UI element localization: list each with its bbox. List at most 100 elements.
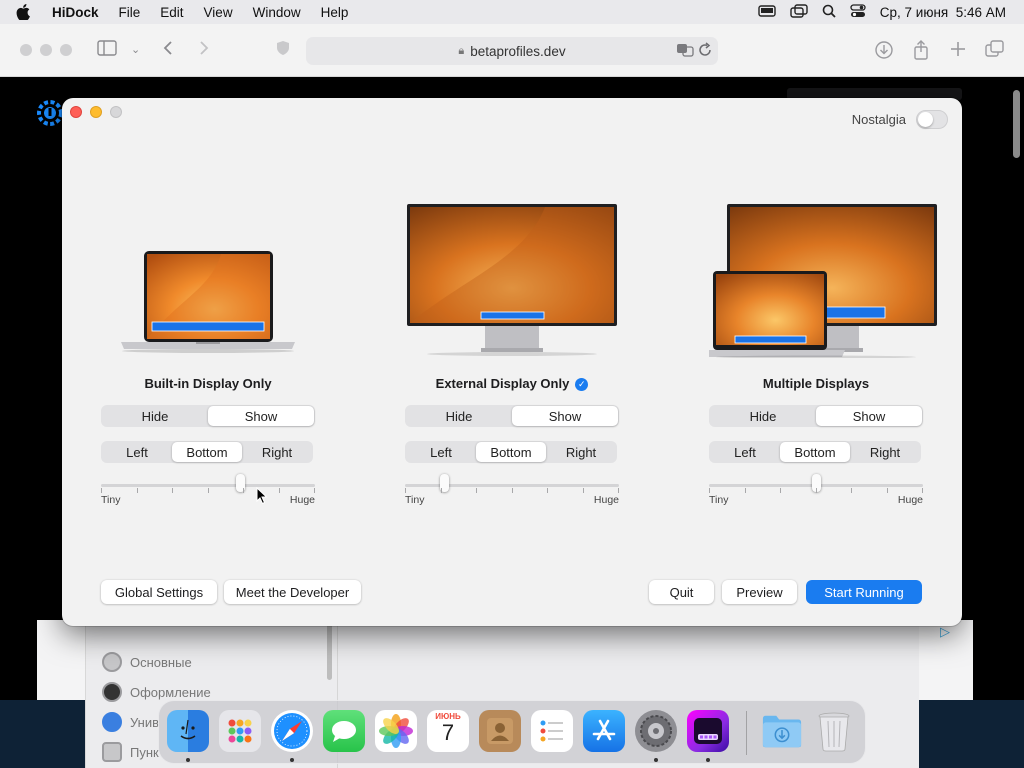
menu-bar-icon bbox=[102, 742, 122, 762]
size-slider[interactable] bbox=[101, 474, 315, 496]
menu-file[interactable]: File bbox=[109, 5, 151, 20]
messages-icon[interactable] bbox=[323, 710, 365, 752]
running-indicator bbox=[706, 758, 710, 762]
menu-edit[interactable]: Edit bbox=[150, 5, 193, 20]
bottom-option[interactable]: Bottom bbox=[172, 442, 242, 462]
column-title: Built-in Display Only bbox=[144, 376, 272, 391]
shield-icon[interactable] bbox=[276, 40, 290, 62]
checkmark-icon: ✓ bbox=[575, 378, 589, 391]
bottom-option[interactable]: Bottom bbox=[476, 442, 546, 462]
control-center-icon[interactable] bbox=[850, 3, 866, 21]
tab-overview-icon[interactable] bbox=[985, 40, 1005, 64]
hide-option[interactable]: Hide bbox=[710, 406, 816, 426]
slider-tick bbox=[709, 488, 710, 493]
spotlight-icon[interactable] bbox=[822, 4, 836, 21]
gear-icon bbox=[102, 652, 122, 672]
contacts-icon[interactable] bbox=[479, 710, 521, 752]
size-slider[interactable] bbox=[405, 474, 619, 496]
new-tab-icon[interactable] bbox=[949, 40, 967, 64]
slider-tick bbox=[208, 488, 209, 493]
downloads-folder-icon[interactable] bbox=[761, 710, 803, 752]
builtin-display-illustration[interactable] bbox=[101, 198, 315, 358]
address-bar[interactable]: 🔒︎ betaprofiles.dev bbox=[306, 37, 718, 65]
download-icon[interactable] bbox=[874, 40, 894, 66]
page-scrollbar[interactable] bbox=[1013, 90, 1020, 158]
slider-tick bbox=[547, 488, 548, 493]
start-running-button[interactable]: Start Running bbox=[806, 580, 922, 604]
running-indicator bbox=[654, 758, 658, 762]
column-title: External Display Only ✓ bbox=[405, 376, 619, 391]
quit-button[interactable]: Quit bbox=[649, 580, 714, 604]
nostalgia-label: Nostalgia bbox=[851, 112, 906, 127]
hide-option[interactable]: Hide bbox=[406, 406, 512, 426]
hide-option[interactable]: Hide bbox=[102, 406, 208, 426]
sidebar-toggle-icon[interactable] bbox=[97, 40, 117, 62]
chevron-down-icon[interactable]: ⌄ bbox=[131, 40, 140, 60]
slider-tick bbox=[583, 488, 584, 493]
translate-icon[interactable] bbox=[676, 42, 694, 61]
slider-max-label: Huge bbox=[593, 494, 619, 506]
web-settings-row: Основные bbox=[102, 652, 192, 672]
slider-min-label: Tiny bbox=[101, 494, 121, 506]
nostalgia-toggle[interactable] bbox=[916, 110, 948, 129]
lock-icon: 🔒︎ bbox=[458, 44, 465, 57]
browser-minimize-button[interactable] bbox=[40, 44, 52, 56]
menu-help[interactable]: Help bbox=[311, 5, 359, 20]
external-display-illustration[interactable] bbox=[405, 198, 619, 358]
launchpad-icon[interactable] bbox=[219, 710, 261, 752]
show-option[interactable]: Show bbox=[208, 406, 314, 426]
hidock-app-icon[interactable] bbox=[687, 710, 729, 752]
app-store-icon[interactable] bbox=[583, 710, 625, 752]
window-close-button[interactable] bbox=[70, 106, 82, 118]
reload-icon[interactable] bbox=[698, 42, 712, 61]
browser-zoom-button[interactable] bbox=[60, 44, 72, 56]
trash-icon[interactable] bbox=[813, 710, 855, 752]
visibility-segment: Hide Show bbox=[405, 405, 619, 427]
visibility-segment: Hide Show bbox=[101, 405, 315, 427]
window-minimize-button[interactable] bbox=[90, 106, 102, 118]
global-settings-button[interactable]: Global Settings bbox=[101, 580, 217, 604]
calendar-icon[interactable]: ИЮНЬ 7 bbox=[427, 710, 469, 752]
slider-tick bbox=[101, 488, 102, 493]
slider-tick bbox=[137, 488, 138, 493]
app-menu[interactable]: HiDock bbox=[46, 5, 109, 20]
left-option[interactable]: Left bbox=[406, 442, 476, 462]
multiple-display-illustration[interactable] bbox=[709, 198, 939, 358]
left-option[interactable]: Left bbox=[710, 442, 780, 462]
slider-tick bbox=[851, 488, 852, 493]
position-segment: Left Bottom Right bbox=[405, 441, 617, 463]
reminders-icon[interactable] bbox=[531, 710, 573, 752]
menubar-clock[interactable]: Ср, 7 июня 5:46 AM bbox=[880, 5, 1006, 20]
bottom-option[interactable]: Bottom bbox=[780, 442, 850, 462]
apple-menu-icon[interactable] bbox=[0, 4, 46, 20]
left-option[interactable]: Left bbox=[102, 442, 172, 462]
display-icon[interactable] bbox=[758, 4, 776, 21]
show-option[interactable]: Show bbox=[512, 406, 618, 426]
system-settings-icon[interactable] bbox=[635, 710, 677, 752]
slider-tick bbox=[922, 488, 923, 493]
window-stack-icon[interactable] bbox=[790, 3, 808, 21]
site-logo-icon[interactable] bbox=[36, 99, 64, 127]
photos-icon[interactable] bbox=[375, 710, 417, 752]
right-option[interactable]: Right bbox=[850, 442, 920, 462]
show-option[interactable]: Show bbox=[816, 406, 922, 426]
preview-button[interactable]: Preview bbox=[722, 580, 797, 604]
finder-icon[interactable] bbox=[167, 710, 209, 752]
meet-developer-button[interactable]: Meet the Developer bbox=[224, 580, 361, 604]
browser-close-button[interactable] bbox=[20, 44, 32, 56]
forward-icon[interactable] bbox=[198, 40, 210, 62]
ad-choices-icon[interactable]: ▷ bbox=[940, 624, 950, 640]
slider-tick bbox=[279, 488, 280, 493]
back-icon[interactable] bbox=[162, 40, 174, 62]
menu-window[interactable]: Window bbox=[243, 5, 311, 20]
share-icon[interactable] bbox=[912, 40, 930, 66]
right-option[interactable]: Right bbox=[242, 442, 312, 462]
size-slider[interactable] bbox=[709, 474, 923, 496]
safari-icon[interactable] bbox=[271, 710, 313, 752]
web-bottom-right bbox=[919, 700, 1024, 768]
right-option[interactable]: Right bbox=[546, 442, 616, 462]
dock-separator bbox=[746, 711, 747, 755]
web-settings-row: Унив bbox=[102, 712, 159, 732]
menu-view[interactable]: View bbox=[194, 5, 243, 20]
browser-toolbar: ⌄ 🔒︎ betaprofiles.dev bbox=[0, 24, 1024, 77]
